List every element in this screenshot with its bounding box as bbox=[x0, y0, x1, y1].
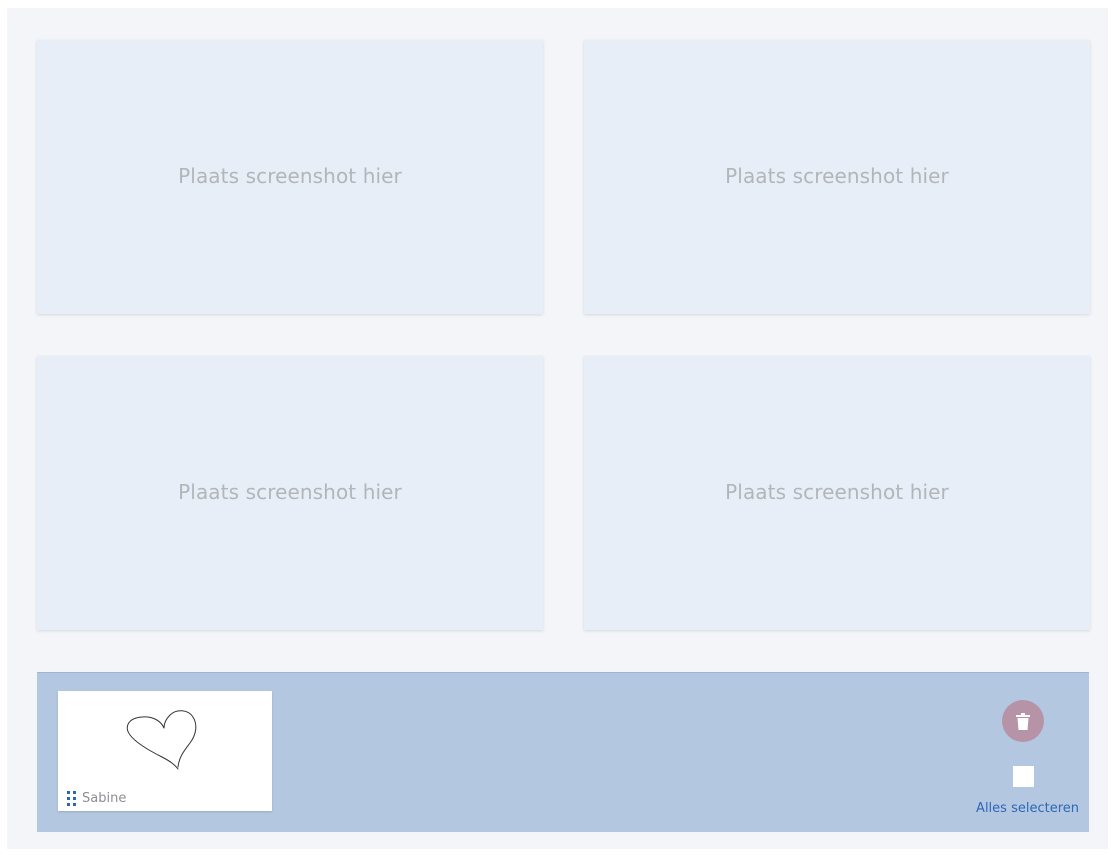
card-author-name: Sabine bbox=[82, 791, 127, 806]
select-all-label[interactable]: Alles selecteren bbox=[976, 801, 1079, 816]
heart-drawing bbox=[126, 710, 197, 770]
delete-button[interactable] bbox=[1002, 700, 1044, 742]
trash-icon bbox=[1016, 712, 1030, 730]
drop-zone-placeholder: Plaats screenshot hier bbox=[178, 164, 402, 188]
drop-zone-placeholder: Plaats screenshot hier bbox=[178, 480, 402, 504]
screenshot-drop-zone-3[interactable]: Plaats screenshot hier bbox=[37, 356, 543, 630]
drop-zone-placeholder: Plaats screenshot hier bbox=[725, 480, 949, 504]
screenshot-drop-zone-2[interactable]: Plaats screenshot hier bbox=[584, 40, 1090, 314]
drag-handle-icon[interactable] bbox=[67, 791, 76, 806]
screenshot-drop-zone-1[interactable]: Plaats screenshot hier bbox=[37, 40, 543, 314]
drop-zone-placeholder: Plaats screenshot hier bbox=[725, 164, 949, 188]
submission-card[interactable]: Sabine bbox=[58, 691, 272, 811]
board-canvas: Plaats screenshot hier Plaats screenshot… bbox=[7, 8, 1108, 849]
select-all-checkbox[interactable] bbox=[1013, 766, 1034, 787]
card-footer: Sabine bbox=[67, 791, 126, 806]
screenshot-drop-zone-4[interactable]: Plaats screenshot hier bbox=[584, 356, 1090, 630]
submission-tray: Sabine Alles selecteren bbox=[37, 672, 1089, 832]
